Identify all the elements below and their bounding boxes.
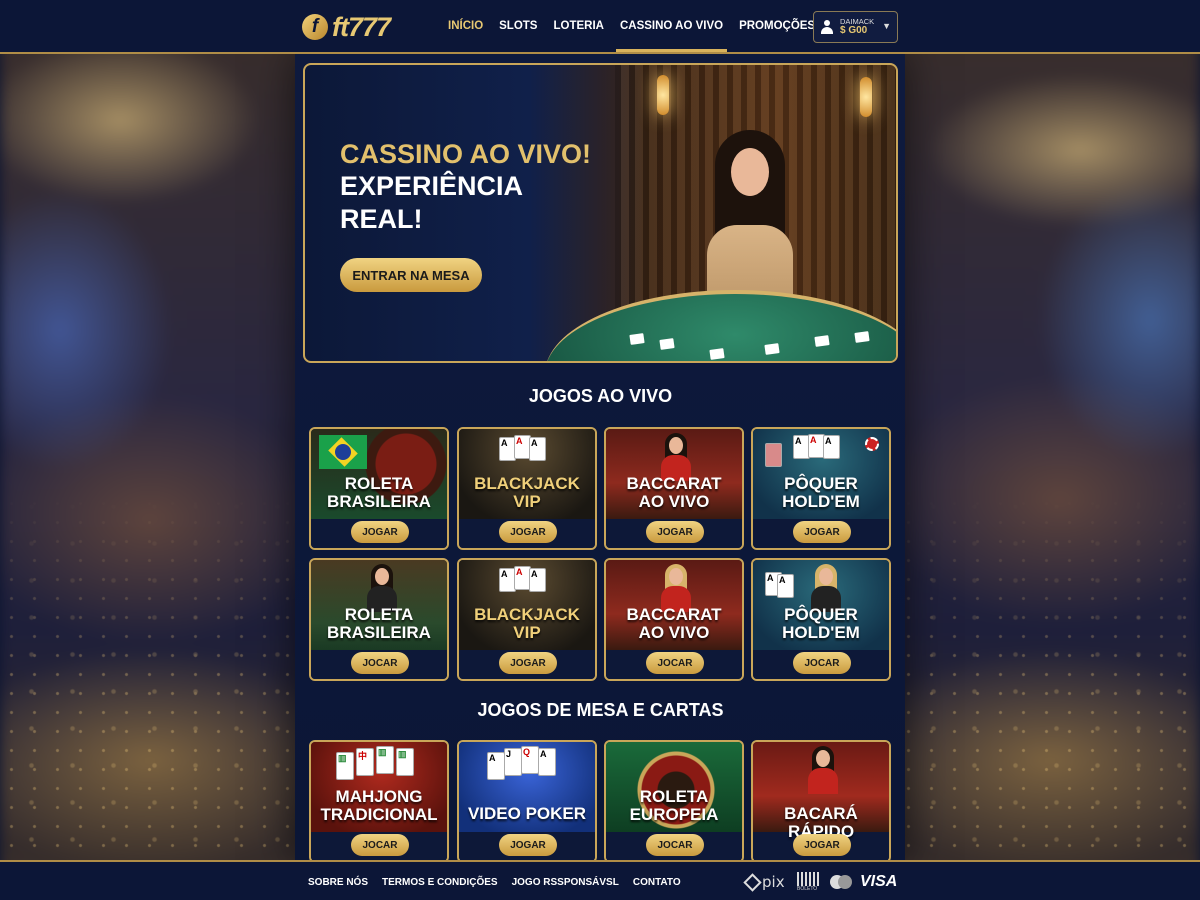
play-button[interactable]: JOCAR bbox=[646, 834, 704, 856]
footer-link-jogo-responsavel[interactable]: JOGO RSSPONSÁVSL bbox=[512, 877, 619, 888]
play-button[interactable]: JOCAR bbox=[646, 652, 704, 674]
game-card-blackjack-vip-2[interactable]: A A A BLACKJACK VIP JOGAR bbox=[457, 558, 597, 681]
play-button[interactable]: JOGAR bbox=[499, 521, 557, 543]
play-button[interactable]: JOCAR bbox=[351, 834, 409, 856]
live-games-heading: JOGOS AO VIVO bbox=[528, 386, 673, 406]
game-card-title: BACCARAT AO VIVO bbox=[626, 474, 722, 512]
game-card-title: ROLETA BRASILEIRA bbox=[327, 474, 431, 512]
nav-item-loteria[interactable]: LOTERIA bbox=[545, 0, 611, 52]
pix-logo-icon: pix bbox=[743, 872, 785, 892]
play-button[interactable]: JOGAR bbox=[351, 521, 409, 543]
account-info: DAIMACK $ G00 bbox=[840, 17, 874, 36]
game-card-title: BLACKJACK VIP bbox=[474, 474, 580, 512]
site-logo[interactable]: f ft777 bbox=[302, 10, 391, 44]
logo-icon: f bbox=[302, 14, 328, 40]
game-card-roleta-europeia[interactable]: ROLETA EUROPEIA JOCAR bbox=[604, 740, 744, 863]
nav-item-slots[interactable]: SLOTS bbox=[491, 0, 545, 52]
visa-logo-icon: VISA bbox=[860, 873, 898, 890]
footer-link-contato[interactable]: CONTATO bbox=[633, 877, 681, 888]
account-balance: $ G00 bbox=[840, 24, 868, 36]
game-card-title: PÔQUER HOLD'EM bbox=[782, 474, 860, 512]
nav-item-cassino-ao-vivo[interactable]: CASSINO AO VIVO bbox=[612, 0, 731, 52]
enter-table-button[interactable]: ENTRAR NA MESA bbox=[340, 258, 482, 292]
footer-link-termos[interactable]: TERMOS E CONDIÇÕES bbox=[382, 877, 498, 888]
play-button[interactable]: JOGAR bbox=[646, 521, 704, 543]
footer-links: SOBRE NÓS TERMOS E CONDIÇÕES JOGO RSSPON… bbox=[308, 862, 681, 900]
dealer-image bbox=[808, 746, 838, 794]
game-card-title: VIDEO POKER bbox=[467, 804, 587, 823]
game-card-title: ROLETA BRASILEIRA bbox=[327, 605, 431, 643]
game-card-poquer-holdem-2[interactable]: A A PÔQUER HOLD'EM JOCAR bbox=[751, 558, 891, 681]
brazil-flag-icon bbox=[319, 435, 367, 469]
game-card-poquer-holdem[interactable]: A A A PÔQUER HOLD'EM JOGAR bbox=[751, 427, 891, 550]
table-games-heading: JOGOS DE MESA E CARTAS bbox=[477, 700, 724, 720]
lamp-icon bbox=[860, 77, 872, 117]
game-card-bacara-rapido[interactable]: BACARÁ RÁPIDO JOGAR bbox=[751, 740, 891, 863]
game-card-baccarat-ao-vivo[interactable]: BACCARAT AO VIVO JOGAR bbox=[604, 427, 744, 550]
play-button[interactable]: JOGAR bbox=[793, 521, 851, 543]
hero-headline-line2: EXPERIÊNCIA bbox=[340, 171, 524, 202]
lamp-icon bbox=[657, 75, 669, 115]
play-button[interactable]: JOCAR bbox=[793, 652, 851, 674]
main-nav: INÍCIO SLOTS LOTERIA CASSINO AO VIVO PRO… bbox=[440, 0, 823, 52]
game-card-video-poker[interactable]: A J Q A VIDEO POKER JOGAR bbox=[457, 740, 597, 863]
hero-headline-line3: REAL! bbox=[340, 203, 423, 234]
game-card-title: BACCARAT AO VIVO bbox=[626, 605, 722, 643]
play-button[interactable]: JOCAR bbox=[351, 652, 409, 674]
footer-link-sobre-nos[interactable]: SOBRE NÓS bbox=[308, 877, 368, 888]
nav-item-inicio[interactable]: INÍCIO bbox=[440, 0, 491, 52]
hero-banner: CASSINO AO VIVO! EXPERIÊNCIA REAL! ENTRA… bbox=[303, 63, 898, 363]
footer: SOBRE NÓS TERMOS E CONDIÇÕES JOGO RSSPON… bbox=[0, 860, 1200, 900]
user-icon bbox=[820, 20, 834, 34]
game-card-roleta-brasileira[interactable]: ROLETA BRASILEIRA JOGAR bbox=[309, 427, 449, 550]
play-button[interactable]: JOGAR bbox=[499, 652, 557, 674]
game-card-title: ROLETA EUROPEIA bbox=[629, 787, 719, 825]
account-dropdown[interactable]: DAIMACK $ G00 ▼ bbox=[813, 11, 898, 43]
game-card-baccarat-ao-vivo-2[interactable]: BACCARAT AO VIVO JOCAR bbox=[604, 558, 744, 681]
game-card-title: BLACKJACK VIP bbox=[474, 605, 580, 643]
play-button[interactable]: JOGAR bbox=[793, 834, 851, 856]
logo-text: ft777 bbox=[332, 11, 391, 42]
boleto-logo-icon: BOLETO bbox=[797, 872, 821, 892]
mastercard-logo-icon bbox=[830, 872, 852, 892]
game-card-title: MAHJONG TRADICIONAL bbox=[320, 787, 438, 825]
game-card-roleta-brasileira-2[interactable]: ROLETA BRASILEIRA JOCAR bbox=[309, 558, 449, 681]
nav-item-promocoes[interactable]: PROMOÇÕES bbox=[731, 0, 823, 52]
game-card-title: PÔQUER HOLD'EM bbox=[782, 605, 860, 643]
hero-headline: CASSINO AO VIVO! EXPERIÊNCIA REAL! bbox=[340, 138, 591, 235]
game-card-blackjack-vip[interactable]: A A A BLACKJACK VIP JOGAR bbox=[457, 427, 597, 550]
play-button[interactable]: JOGAR bbox=[499, 834, 557, 856]
game-card-mahjong-tradicional[interactable]: ▥ 中 ▥ ▥ MAHJONG TRADICIONAL JOCAR bbox=[309, 740, 449, 863]
chevron-down-icon: ▼ bbox=[882, 21, 891, 31]
top-navigation-bar: f ft777 INÍCIO SLOTS LOTERIA CASSINO AO … bbox=[0, 0, 1200, 54]
hero-headline-line1: CASSINO AO VIVO! bbox=[340, 139, 592, 169]
